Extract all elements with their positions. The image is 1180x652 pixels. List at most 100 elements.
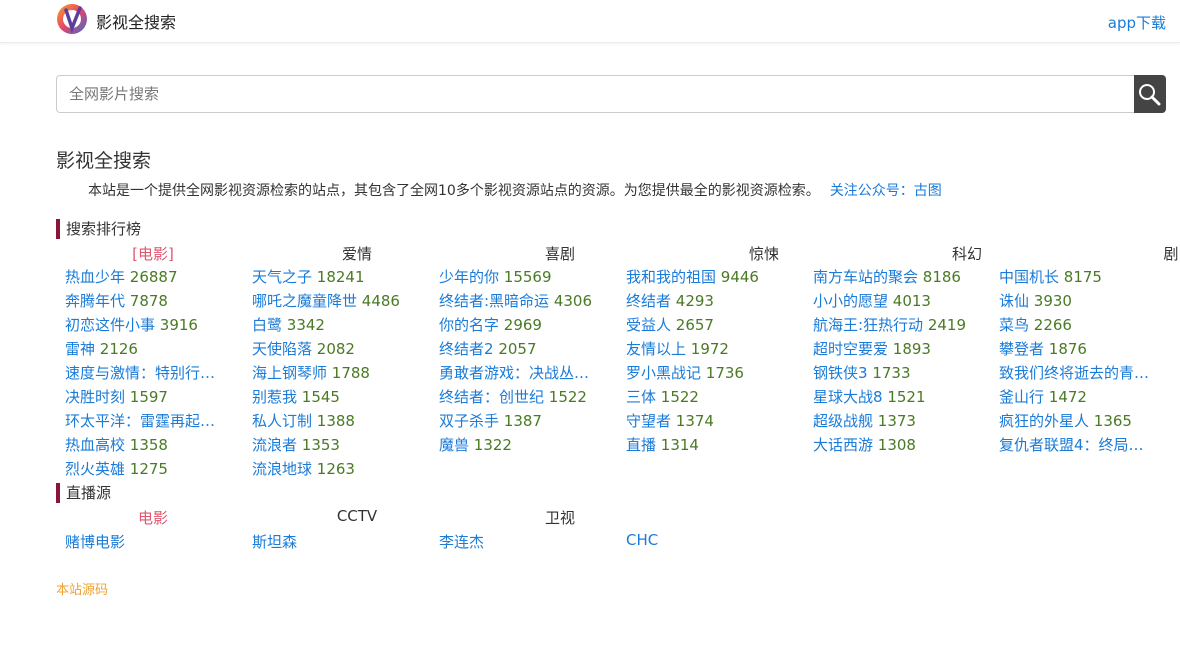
ranking-item[interactable]: 诛仙 3930 [999,291,1169,311]
ranking-category-tab[interactable]: 科幻 [872,243,1062,264]
ranking-category-tab[interactable]: [电影] [58,243,248,264]
live-source-item[interactable]: 赌博电影 [65,531,125,552]
ranking-item[interactable]: 你的名字 2969 [439,315,617,335]
ranking-item[interactable]: 热血高校 1358 [65,435,243,455]
ranking-item[interactable]: 超级战舰 1373 [813,411,991,431]
ranking-item[interactable]: 友情以上 1972 [626,339,804,359]
ranking-item[interactable]: 奔腾年代 7878 [65,291,243,311]
ranking-item[interactable]: 速度与激情：特别行… [65,363,243,383]
ranking-item-count: 9446 [716,268,759,286]
ranking-item-name: 终结者：创世纪 [439,388,545,406]
ranking-item-count: 1374 [671,412,714,430]
ranking-item-count: 1788 [327,364,370,382]
ranking-item-count: 1322 [469,436,512,454]
ranking-item[interactable]: 复仇者联盟4：终局… [999,435,1169,455]
ranking-item[interactable]: 南方车站的聚会 8186 [813,267,991,287]
ranking-item[interactable]: 星球大战8 1521 [813,387,991,407]
ranking-item-count: 3916 [155,316,198,334]
site-source-link[interactable]: 本站源码 [56,579,108,598]
ranking-item-count: 1387 [499,412,542,430]
ranking-item[interactable]: 守望者 1374 [626,411,804,431]
live-source-item[interactable]: CHC [626,531,658,549]
follow-account-link[interactable]: 关注公众号：古图 [830,183,942,199]
ranking-item[interactable]: 哪吒之魔童降世 4486 [252,291,430,311]
ranking-item[interactable]: 终结者：创世纪 1522 [439,387,617,407]
ranking-item[interactable]: 小小的愿望 4013 [813,291,991,311]
ranking-item-name: 烈火英雄 [65,460,126,478]
ranking-item-count: 2082 [312,340,355,358]
ranking-category-tab[interactable]: 惊悚 [669,243,859,264]
app-download-link[interactable]: app下载 [1108,12,1166,33]
live-category-tab[interactable]: 卫视 [465,507,655,528]
ranking-item-count: 1358 [125,436,168,454]
ranking-item[interactable]: 烈火英雄 1275 [65,459,243,479]
ranking-item-count: 1522 [656,388,699,406]
ranking-item[interactable]: 环太平洋：雷霆再起… [65,411,243,431]
ranking-item[interactable]: 海上钢琴师 1788 [252,363,430,383]
ranking-item-name: 致我们终将逝去的青… [999,364,1150,382]
ranking-item-name: 航海王:狂热行动 [813,316,924,334]
ranking-item[interactable]: 釜山行 1472 [999,387,1169,407]
logo-icon[interactable] [56,3,88,35]
ranking-item[interactable]: 白鹭 3342 [252,315,430,335]
ranking-item[interactable]: 中国机长 8175 [999,267,1169,287]
ranking-item[interactable]: 双子杀手 1387 [439,411,617,431]
ranking-item[interactable]: 菜鸟 2266 [999,315,1169,335]
search-input[interactable] [56,75,1134,113]
site-name[interactable]: 影视全搜索 [96,9,176,33]
ranking-item[interactable]: 魔兽 1322 [439,435,617,455]
live-source-item[interactable]: 斯坦森 [252,531,297,552]
ranking-item[interactable]: 天气之子 18241 [252,267,430,287]
ranking-item[interactable]: 罗小黑战记 1736 [626,363,804,383]
live-category-tab[interactable]: CCTV [262,507,452,525]
ranking-item[interactable]: 致我们终将逝去的青… [999,363,1169,383]
ranking-item[interactable]: 别惹我 1545 [252,387,430,407]
ranking-item-name: 罗小黑战记 [626,364,702,382]
intro-description: 本站是一个提供全网影视资源检索的站点，其包含了全网10多个影视资源站点的资源。为… [88,183,820,199]
ranking-item[interactable]: 决胜时刻 1597 [65,387,243,407]
ranking-item[interactable]: 终结者2 2057 [439,339,617,359]
ranking-item-count: 1308 [873,436,916,454]
ranking-item[interactable]: 勇敢者游戏：决战丛… [439,363,617,383]
ranking-item[interactable]: 航海王:狂热行动 2419 [813,315,991,335]
ranking-item-name: 终结者:黑暗命运 [439,292,550,310]
ranking-item[interactable]: 流浪地球 1263 [252,459,430,479]
ranking-item-count: 2419 [923,316,967,334]
ranking-category-tab[interactable]: 剧 [1076,243,1180,264]
ranking-item-count: 8175 [1059,268,1102,286]
ranking-item[interactable]: 初恋这件小事 3916 [65,315,243,335]
live-category-tab[interactable]: 电影 [58,507,248,528]
ranking-item[interactable]: 攀登者 1876 [999,339,1169,359]
ranking-item[interactable]: 终结者:黑暗命运 4306 [439,291,617,311]
ranking-item-name: 我和我的祖国 [626,268,717,286]
ranking-item-name: 你的名字 [439,316,500,334]
ranking-item[interactable]: 少年的你 15569 [439,267,617,287]
ranking-item-name: 小小的愿望 [813,292,889,310]
ranking-category-tab[interactable]: 爱情 [262,243,452,264]
ranking-item[interactable]: 直播 1314 [626,435,804,455]
ranking-item[interactable]: 受益人 2657 [626,315,804,335]
ranking-item[interactable]: 钢铁侠3 1733 [813,363,991,383]
ranking-item[interactable]: 终结者 4293 [626,291,804,311]
ranking-item[interactable]: 流浪者 1353 [252,435,430,455]
ranking-item-name: 友情以上 [626,340,687,358]
ranking-item-name: 流浪地球 [252,460,313,478]
live-source-item[interactable]: 李连杰 [439,531,484,552]
ranking-item-name: 初恋这件小事 [65,316,156,334]
ranking-item[interactable]: 超时空要爱 1893 [813,339,991,359]
ranking-item[interactable]: 热血少年 26887 [65,267,243,287]
ranking-item[interactable]: 雷神 2126 [65,339,243,359]
ranking-item[interactable]: 三体 1522 [626,387,804,407]
ranking-item-count: 8186 [918,268,961,286]
ranking-item[interactable]: 我和我的祖国 9446 [626,267,804,287]
ranking-item-name: 钢铁侠3 [813,364,868,382]
ranking-item[interactable]: 大话西游 1308 [813,435,991,455]
ranking-item-name: 私人订制 [252,412,313,430]
ranking-item[interactable]: 疯狂的外星人 1365 [999,411,1169,431]
ranking-item-name: 决胜时刻 [65,388,126,406]
ranking-item-count: 1263 [312,460,355,478]
ranking-item[interactable]: 私人订制 1388 [252,411,430,431]
ranking-category-tab[interactable]: 喜剧 [465,243,655,264]
search-button[interactable] [1134,75,1166,113]
ranking-item[interactable]: 天使陷落 2082 [252,339,430,359]
